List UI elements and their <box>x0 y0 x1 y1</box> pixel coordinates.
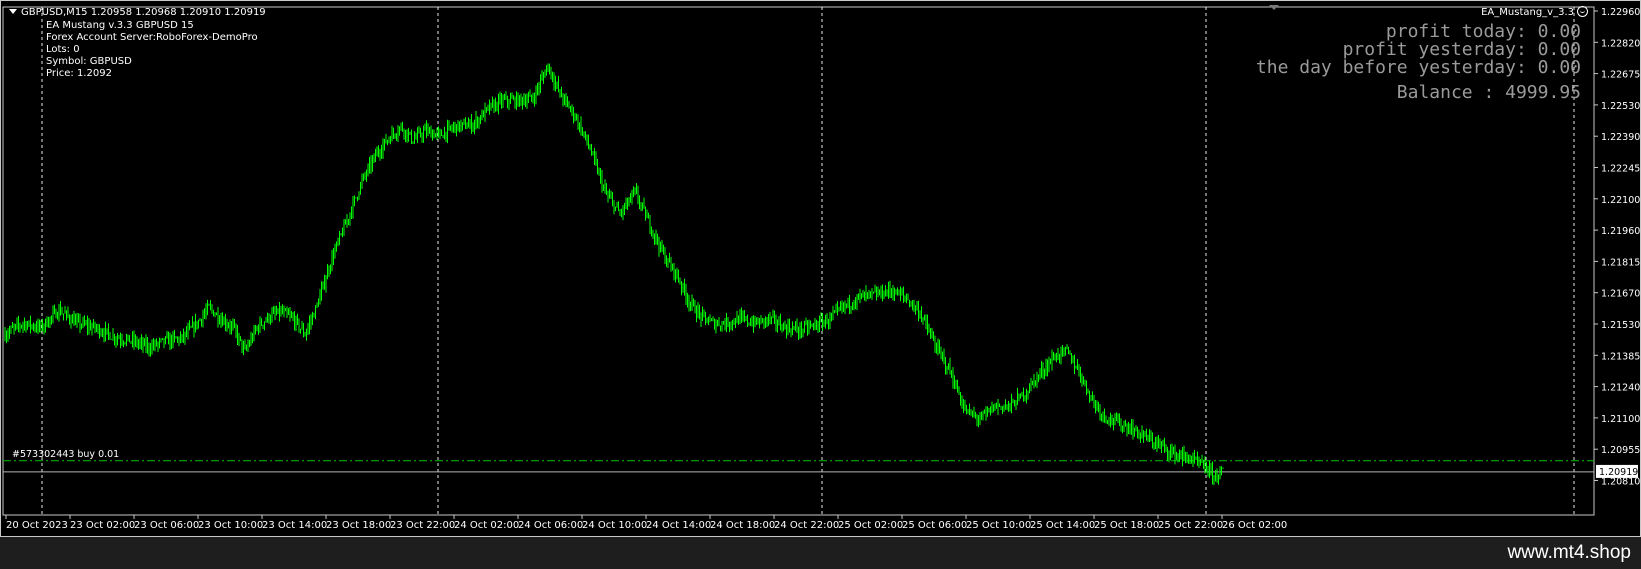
watermark: www.mt4.shop <box>1507 542 1631 563</box>
x-axis-label: 26 Oct 02:00 <box>1222 520 1287 531</box>
y-axis-label: 1.22100 <box>1601 195 1640 206</box>
price-chart[interactable]: 20 Oct 2023 23 Oct 02:0023 Oct 06:0023 Oc… <box>1 1 1641 538</box>
y-axis-label: 1.21960 <box>1601 226 1640 237</box>
x-axis-label: 25 Oct 06:00 <box>902 520 967 531</box>
footer-bar: www.mt4.shop <box>0 537 1641 569</box>
y-axis-label: 1.20955 <box>1601 445 1640 456</box>
y-axis-label: 1.22245 <box>1601 164 1640 175</box>
y-axis-label: 1.21815 <box>1601 257 1640 268</box>
y-axis-label: 1.21100 <box>1601 414 1640 425</box>
account-server-line: Forex Account Server:RoboForex-DemoPro <box>46 32 258 43</box>
profit-day-before: the day before yesterday: 0.00 <box>1255 57 1581 78</box>
x-axis-label: 24 Oct 22:00 <box>774 520 839 531</box>
x-axis-label: 25 Oct 22:00 <box>1158 520 1223 531</box>
y-axis-label: 1.22960 <box>1601 7 1640 18</box>
x-axis-label: 20 Oct 2023 <box>6 520 68 531</box>
y-axis-label: 1.21530 <box>1601 320 1640 331</box>
x-axis-label: 25 Oct 02:00 <box>838 520 903 531</box>
x-axis-label: 23 Oct 22:00 <box>390 520 455 531</box>
ea-version-line: EA Mustang v.3.3 GBPUSD 15 <box>46 20 194 31</box>
x-axis-label: 24 Oct 14:00 <box>646 520 711 531</box>
symbol-info-line: Symbol: GBPUSD <box>46 56 132 67</box>
x-axis-label: 24 Oct 18:00 <box>710 520 775 531</box>
chart-menu-triangle-icon[interactable] <box>9 9 17 14</box>
y-axis-label: 1.22530 <box>1601 101 1640 112</box>
current-price-label: 1.20919 <box>1599 467 1638 478</box>
x-axis-label: 25 Oct 18:00 <box>1094 520 1159 531</box>
y-axis-label: 1.22675 <box>1601 70 1640 81</box>
y-axis-label: 1.22820 <box>1601 38 1640 49</box>
lots-line: Lots: 0 <box>46 44 80 55</box>
x-axis-label: 23 Oct 10:00 <box>198 520 263 531</box>
price-info-line: Price: 1.2092 <box>46 68 112 79</box>
chart-shift-marker-icon[interactable] <box>1269 5 1279 10</box>
ea-name-label: EA_Mustang_v_3.3 <box>1481 7 1574 18</box>
balance: Balance : 4999.95 <box>1396 82 1581 103</box>
order-label: #573302443 buy 0.01 <box>12 449 119 460</box>
y-axis-label: 1.21385 <box>1601 351 1640 362</box>
candles-group <box>4 63 1224 486</box>
x-axis-label: 23 Oct 02:00 <box>70 520 135 531</box>
x-axis-label: 24 Oct 10:00 <box>582 520 647 531</box>
chart-window[interactable]: 20 Oct 2023 23 Oct 02:00 23 Oct 06:00 23 Oc… <box>0 0 1641 537</box>
y-axis-label: 1.22390 <box>1601 132 1640 143</box>
y-axis-label: 1.20810 <box>1601 477 1640 488</box>
x-axis-label: 25 Oct 10:00 <box>966 520 1031 531</box>
symbol-ohlc-line: GBPUSD,M15 1.20958 1.20968 1.20910 1.209… <box>21 7 266 18</box>
x-axis-label: 25 Oct 14:00 <box>1030 520 1095 531</box>
plot-frame <box>2 6 1595 516</box>
ea-smiley-icon[interactable] <box>1577 6 1588 17</box>
x-axis-label: 23 Oct 18:00 <box>326 520 391 531</box>
x-axis-label: 24 Oct 06:00 <box>518 520 583 531</box>
x-axis-label: 24 Oct 02:00 <box>454 520 519 531</box>
y-axis-label: 1.21240 <box>1601 383 1640 394</box>
x-axis-label: 23 Oct 14:00 <box>262 520 327 531</box>
y-axis-label: 1.21670 <box>1601 289 1640 300</box>
x-axis-label: 23 Oct 06:00 <box>134 520 199 531</box>
